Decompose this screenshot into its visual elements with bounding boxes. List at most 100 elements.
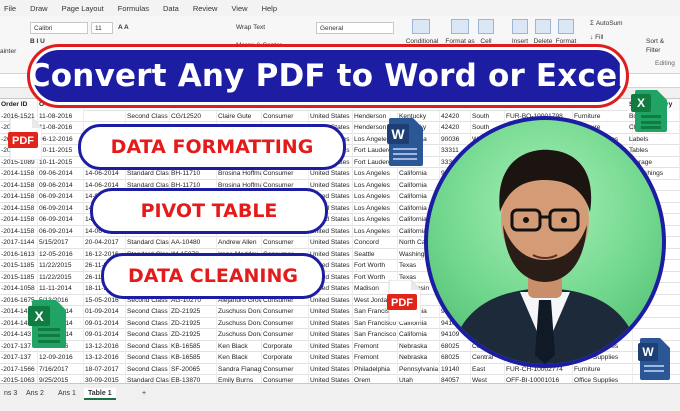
table-cell[interactable]: 90036 — [440, 133, 471, 145]
table-cell[interactable]: United States — [309, 340, 353, 352]
table-cell[interactable]: -2014-1158 — [0, 179, 38, 191]
table-cell[interactable]: United States — [309, 352, 353, 364]
table-cell[interactable]: 19140 — [440, 363, 471, 375]
sort-filter-button[interactable]: Sort & — [646, 38, 664, 45]
add-sheet-button[interactable]: + — [138, 388, 150, 400]
cell-styles-button[interactable]: Cell — [476, 38, 496, 45]
table-cell[interactable]: Consumer — [262, 306, 309, 318]
format-as-table-button[interactable]: Format as — [442, 38, 478, 45]
menu-item-page-layout[interactable]: Page Layout — [62, 4, 104, 13]
table-cell[interactable]: California — [398, 168, 440, 180]
sheet-tab-4[interactable]: Table 1 — [84, 388, 116, 400]
grow-font-icon[interactable]: A A — [118, 24, 129, 31]
menu-item-file[interactable]: File — [4, 4, 16, 13]
table-cell[interactable]: Fremont — [353, 340, 398, 352]
table-cell[interactable]: -2016-1613 — [0, 248, 38, 260]
table-cell[interactable]: Concord — [353, 237, 398, 249]
table-cell[interactable]: OFF-BI-10001016 — [505, 375, 573, 383]
table-cell[interactable]: United States — [309, 306, 353, 318]
table-cell[interactable]: Second Class — [126, 363, 170, 375]
table-cell[interactable]: Furniture — [573, 110, 633, 122]
table-cell[interactable]: Ken Black — [217, 352, 262, 364]
table-cell[interactable]: ZD-21925 — [170, 306, 217, 318]
delete-cells-icon[interactable] — [535, 19, 551, 34]
table-cell[interactable]: 09-06-2014 — [38, 179, 84, 191]
table-cell[interactable]: 68025 — [440, 352, 471, 364]
table-cell[interactable]: United States — [309, 317, 353, 329]
table-cell[interactable]: 42420 — [440, 110, 471, 122]
table-cell[interactable]: Tables — [628, 145, 680, 157]
conditional-formatting-button[interactable]: Conditional — [402, 38, 442, 45]
wrap-text-button[interactable]: Wrap Text — [236, 24, 265, 31]
table-cell[interactable]: California — [398, 329, 440, 341]
insert-cells-icon[interactable] — [512, 19, 528, 34]
table-cell[interactable]: United States — [309, 329, 353, 341]
table-cell[interactable]: Second Class — [126, 352, 170, 364]
table-cell[interactable]: ZD-21925 — [170, 317, 217, 329]
table-cell[interactable]: East — [471, 363, 505, 375]
table-cell[interactable]: KB-16585 — [170, 340, 217, 352]
table-cell[interactable]: AA-10480 — [170, 237, 217, 249]
table-cell[interactable]: United States — [309, 294, 353, 306]
table-cell[interactable]: Labels — [628, 133, 680, 145]
table-row[interactable]: -2017-1566 7/16/2017 18-07-2017 Second Clas… — [0, 363, 680, 375]
table-cell[interactable]: 11-08-2016 — [38, 122, 84, 134]
table-cell[interactable]: -2014-1158 — [0, 214, 38, 226]
table-row[interactable]: -2015-1063 9/25/2015 30-09-2015 Standard Cl… — [0, 375, 680, 383]
table-cell[interactable]: United States — [309, 363, 353, 375]
cell-styles-icon[interactable] — [478, 19, 494, 34]
table-cell[interactable]: 7/16/2017 — [38, 363, 84, 375]
table-cell[interactable]: Utah — [398, 375, 440, 383]
table-cell[interactable]: 68025 — [440, 340, 471, 352]
table-cell[interactable]: 84057 — [440, 375, 471, 383]
table-cell[interactable]: 13-12-2016 — [84, 340, 126, 352]
autosum-button[interactable]: Σ AutoSum — [590, 20, 623, 27]
table-cell[interactable] — [84, 110, 126, 122]
table-cell[interactable]: Second Class — [126, 340, 170, 352]
table-cell[interactable]: 12-09-2016 — [38, 352, 84, 364]
table-cell[interactable]: Emily Burns — [217, 375, 262, 383]
table-cell[interactable]: 09-01-2014 — [84, 329, 126, 341]
table-cell[interactable]: Second Class — [126, 306, 170, 318]
table-cell[interactable]: EB-13870 — [170, 375, 217, 383]
table-cell[interactable]: Standard Class — [126, 375, 170, 383]
table-cell[interactable]: United States — [309, 110, 353, 122]
table-cell[interactable]: Corporate — [262, 352, 309, 364]
table-cell[interactable]: Los Angeles — [353, 214, 398, 226]
format-button[interactable]: Format — [554, 38, 578, 45]
fill-button[interactable]: ↓ Fill — [590, 34, 603, 41]
format-cells-icon[interactable] — [558, 19, 574, 34]
menu-item-help[interactable]: Help — [262, 4, 277, 13]
table-cell[interactable]: 18-07-2017 — [84, 363, 126, 375]
table-cell[interactable]: Nebraska — [398, 340, 440, 352]
table-cell[interactable]: 42420 — [440, 122, 471, 134]
table-cell[interactable]: -2017-1566 — [0, 363, 38, 375]
table-cell[interactable]: 06-09-2014 — [38, 225, 84, 237]
table-cell[interactable]: Los Angeles — [353, 225, 398, 237]
table-cell[interactable]: 20-04-2017 — [84, 237, 126, 249]
table-cell[interactable]: Los Angeles — [353, 168, 398, 180]
table-cell[interactable]: United States — [309, 375, 353, 383]
table-cell[interactable]: 06-09-2014 — [38, 214, 84, 226]
table-cell[interactable]: Los Angeles — [353, 202, 398, 214]
table-cell[interactable]: -2014-1058 — [0, 283, 38, 295]
table-cell[interactable]: 11-08-2016 — [38, 110, 84, 122]
number-format-select[interactable]: General — [316, 22, 394, 34]
table-cell[interactable]: 01-09-2014 — [84, 306, 126, 318]
menu-item-view[interactable]: View — [231, 4, 247, 13]
table-cell[interactable]: Second Class — [126, 317, 170, 329]
table-cell[interactable]: Sandra Flanagan — [217, 363, 262, 375]
table-cell[interactable]: Los Angeles — [353, 191, 398, 203]
table-cell[interactable]: Los Angeles — [353, 179, 398, 191]
table-cell[interactable]: Second Class — [126, 110, 170, 122]
table-cell[interactable]: 09-06-2014 — [38, 168, 84, 180]
table-cell[interactable]: Andrew Allen — [217, 237, 262, 249]
table-cell[interactable]: -2015-1063 — [0, 375, 38, 383]
font-name-select[interactable]: Calibri — [30, 22, 88, 34]
table-cell[interactable]: -2014-1158 — [0, 202, 38, 214]
table-cell[interactable]: Orem — [353, 375, 398, 383]
table-cell[interactable]: San Francisco — [353, 329, 398, 341]
table-cell[interactable]: -2015-1185 — [0, 260, 38, 272]
table-cell[interactable]: -2017-137 — [0, 352, 38, 364]
table-cell[interactable]: Consumer — [262, 110, 309, 122]
